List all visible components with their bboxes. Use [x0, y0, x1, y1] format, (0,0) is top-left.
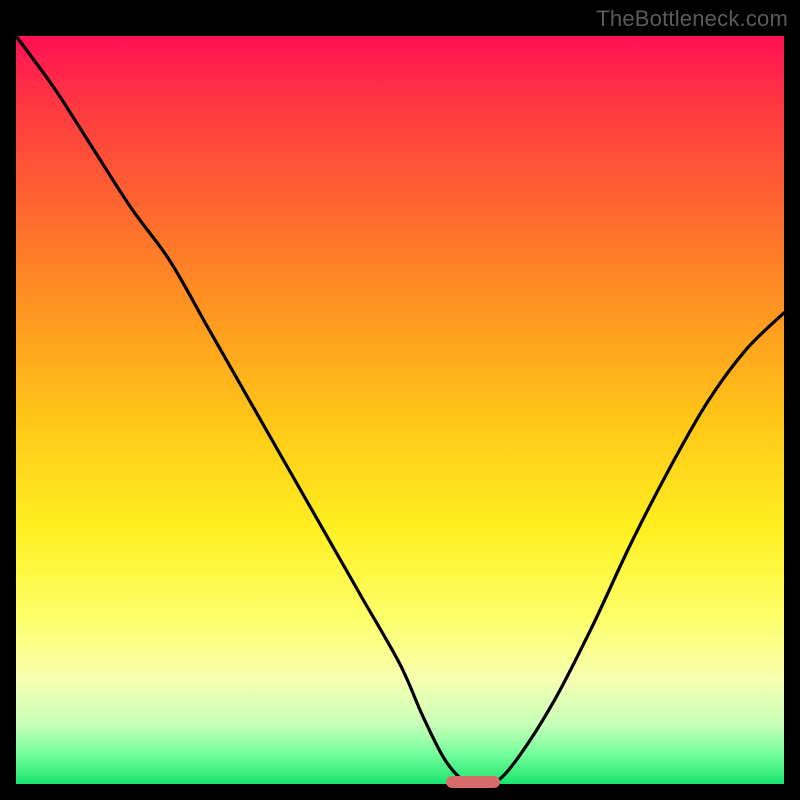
curve-svg	[16, 36, 784, 784]
optimum-marker	[446, 776, 500, 788]
plot-area	[16, 36, 784, 784]
chart-frame: TheBottleneck.com	[0, 0, 800, 800]
bottleneck-curve	[16, 36, 784, 787]
watermark-text: TheBottleneck.com	[596, 6, 788, 32]
